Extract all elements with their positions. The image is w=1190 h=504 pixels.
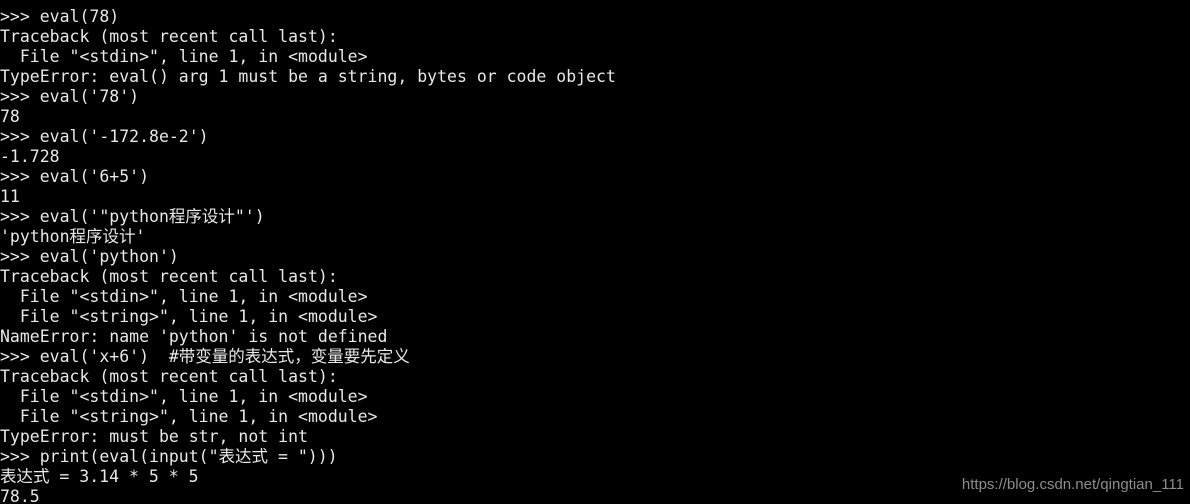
console-line: Traceback (most recent call last): — [0, 27, 338, 46]
console-line: >>> print(eval(input("表达式 = "))) — [0, 447, 338, 466]
console-line: >>> eval('"python程序设计"') — [0, 207, 265, 226]
console-line: File "<stdin>", line 1, in <module> — [0, 47, 368, 66]
console-line: >>> eval('python') — [0, 247, 179, 266]
console-line: >>> eval(78) — [0, 7, 120, 26]
console-line: TypeError: must be str, not int — [0, 427, 308, 446]
terminal-window[interactable]: >>> eval(78) Traceback (most recent call … — [0, 0, 1190, 504]
console-line: File "<stdin>", line 1, in <module> — [0, 387, 368, 406]
console-line: 'python程序设计' — [0, 227, 146, 246]
console-output-buffer[interactable]: >>> eval(78) Traceback (most recent call … — [0, 0, 1190, 504]
console-line: 78 — [0, 107, 20, 126]
console-line: File "<stdin>", line 1, in <module> — [0, 287, 368, 306]
console-line: File "<string>", line 1, in <module> — [0, 407, 378, 426]
console-line: TypeError: eval() arg 1 must be a string… — [0, 67, 616, 86]
console-line: -1.728 — [0, 147, 60, 166]
console-line: >>> eval('-172.8e-2') — [0, 127, 209, 146]
console-line: Traceback (most recent call last): — [0, 267, 338, 286]
console-line: 11 — [0, 187, 20, 206]
watermark-url: https://blog.csdn.net/qingtian_111 — [961, 476, 1184, 493]
console-line: File "<string>", line 1, in <module> — [0, 307, 378, 326]
console-line: NameError: name 'python' is not defined — [0, 327, 388, 346]
console-line: >>> eval('78') — [0, 87, 140, 106]
console-line: Traceback (most recent call last): — [0, 367, 338, 386]
console-line: >>> eval('x+6') #带变量的表达式，变量要先定义 — [0, 347, 410, 366]
console-line: >>> eval('6+5') — [0, 167, 150, 186]
